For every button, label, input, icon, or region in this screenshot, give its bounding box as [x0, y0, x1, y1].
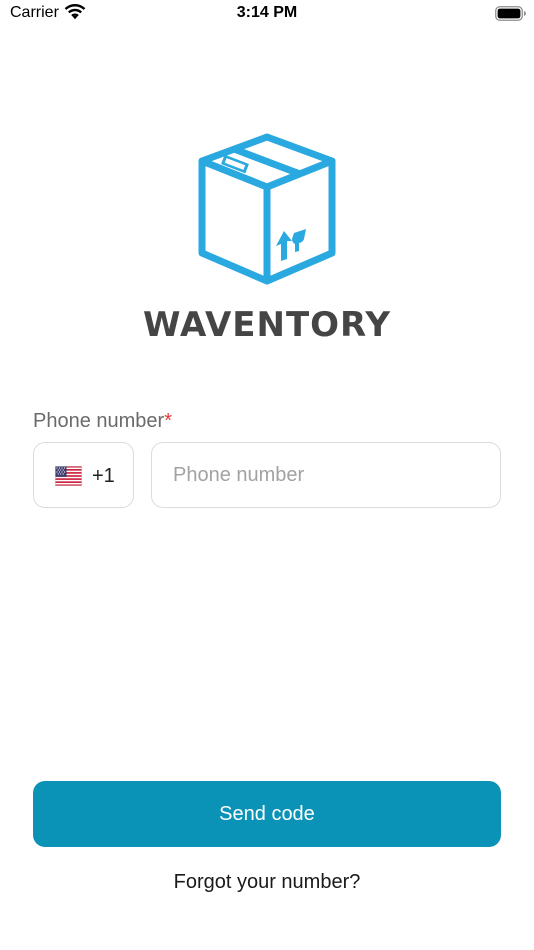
- brand-wordmark: WAVENTORY: [142, 305, 391, 345]
- dial-code: +1: [92, 465, 115, 487]
- forgot-number-link[interactable]: Forgot your number?: [0, 871, 534, 894]
- status-bar: Carrier 3:14 PM: [0, 0, 534, 28]
- phone-field-label: Phone number*: [33, 410, 172, 433]
- country-code-picker[interactable]: +1: [33, 442, 134, 508]
- box-icon: [198, 133, 336, 285]
- login-screen: Carrier 3:14 PM WAVENTORY Phone number*: [0, 0, 534, 950]
- phone-number-input[interactable]: [151, 442, 501, 508]
- required-marker: *: [164, 410, 172, 432]
- us-flag-icon: [55, 466, 82, 486]
- status-time: 3:14 PM: [236, 4, 298, 21]
- battery-icon: [495, 6, 526, 21]
- phone-label-text: Phone number: [33, 410, 165, 432]
- send-code-button[interactable]: Send code: [33, 781, 501, 847]
